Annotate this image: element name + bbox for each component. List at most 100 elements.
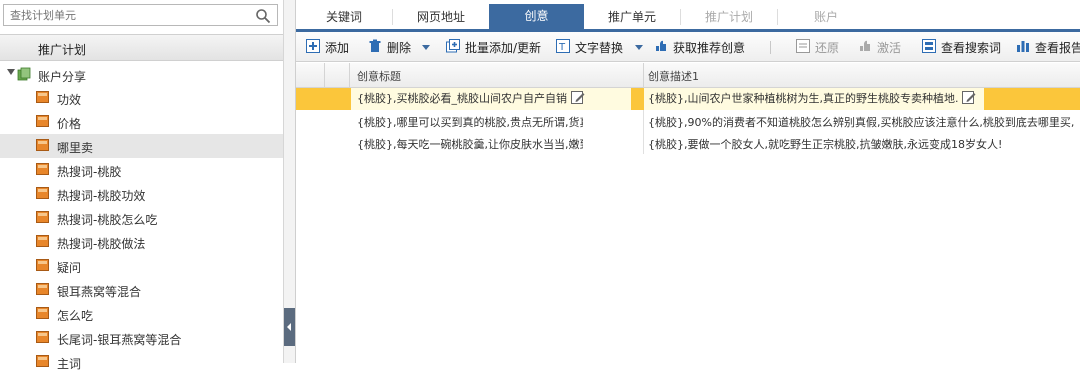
text-replace-label: 文字替换: [575, 41, 624, 55]
tab-campaign: 推广计划: [704, 10, 753, 24]
tab-urls[interactable]: 网页地址: [393, 6, 489, 29]
tab-ad-unit[interactable]: 推广单元: [584, 6, 680, 29]
add-button[interactable]: 添加: [306, 38, 351, 56]
unit-folder-icon: [36, 187, 49, 199]
tree-item-label: 热搜词-桃胶怎么吃: [57, 213, 158, 227]
tree-item-selected[interactable]: 哪里卖: [0, 134, 283, 158]
unit-folder-icon: [36, 139, 49, 151]
tab-bar: 关键词 网页地址 创意 推广单元 推广计划 账户: [296, 0, 1080, 32]
add-label: 添加: [325, 41, 350, 55]
tree-item[interactable]: 热搜词-桃胶功效: [0, 182, 283, 206]
tree-item[interactable]: 热搜词-桃胶: [0, 158, 283, 182]
panel-header: 推广计划: [0, 34, 283, 61]
tree-item-label: 价格: [57, 117, 82, 131]
edit-icon[interactable]: [570, 91, 585, 104]
creative-desc-cell[interactable]: {桃胶},90%的消费者不知道桃胶怎么辨别真假,买桃胶应该注意什么,桃胶到底去哪…: [648, 114, 1080, 130]
tree-item-label: 疑问: [57, 261, 82, 275]
toolbar-divider: [770, 41, 771, 54]
unit-folder-icon: [36, 91, 49, 103]
tree-root-label: 账户分享: [38, 70, 87, 84]
restore-label: 还原: [815, 41, 840, 55]
creative-desc-cell[interactable]: {桃胶},要做一个胶女人,就吃野生正宗桃胶,抗皱嫩肤,永远变成18岁女人!: [648, 136, 1080, 152]
column-header-title[interactable]: 创意标题: [357, 68, 401, 84]
tree-item-label: 哪里卖: [57, 141, 94, 155]
text-replace-button[interactable]: T 文字替换: [556, 38, 646, 56]
column-divider: [643, 110, 644, 132]
trash-icon: [369, 39, 381, 52]
tree-item-label: 功效: [57, 93, 82, 107]
delete-label: 删除: [387, 41, 412, 55]
creative-title-cell[interactable]: {桃胶},买桃胶必看_桃胶山间农户自产自销: [351, 88, 631, 110]
tree-item[interactable]: 银耳燕窝等混合: [0, 278, 283, 302]
tab-account: 账户: [813, 10, 838, 24]
view-search-terms-button[interactable]: 查看搜索词: [922, 38, 1004, 56]
creative-title-cell[interactable]: {桃胶},哪里可以买到真的桃胶,贵点无所谓,货真就行: [357, 114, 583, 130]
tree-item[interactable]: 热搜词-桃胶做法: [0, 230, 283, 254]
tree-item[interactable]: 主词: [0, 350, 283, 374]
unit-folder-icon: [36, 307, 49, 319]
column-divider: [643, 63, 644, 87]
tree-item-label: 银耳燕窝等混合: [57, 285, 142, 299]
tree-item-label: 主词: [57, 357, 82, 371]
grid-header: 创意标题 创意描述1: [296, 63, 1080, 88]
creative-title-cell[interactable]: {桃胶},每天吃一碗桃胶羹,让你皮肤水当当,嫩到掐出水: [357, 136, 583, 152]
view-search-terms-label: 查看搜索词: [941, 41, 1002, 55]
left-panel: 推广计划 账户分享 功效 价格 哪里卖 热搜词-桃胶: [0, 0, 284, 371]
search-icon[interactable]: [255, 8, 271, 24]
creative-grid: 创意标题 创意描述1 {桃胶},买桃胶必看_桃胶山间农户自产自销 {桃胶},山间…: [296, 63, 1080, 154]
activate-button: 激活: [858, 38, 904, 56]
unit-folder-icon: [36, 283, 49, 295]
table-row[interactable]: {桃胶},每天吃一碗桃胶羹,让你皮肤水当当,嫩到掐出水 {桃胶},要做一个胶女人…: [296, 132, 1080, 154]
tree-item[interactable]: 热搜词-桃胶怎么吃: [0, 206, 283, 230]
delete-button[interactable]: 删除: [368, 38, 432, 56]
creative-title-text: {桃胶},买桃胶必看_桃胶山间农户自产自销: [357, 92, 567, 105]
edit-icon[interactable]: [962, 91, 976, 104]
tree-item-label: 长尾词-银耳燕窝等混合: [57, 333, 182, 347]
activate-icon: [860, 40, 870, 51]
delete-dropdown-icon[interactable]: [422, 45, 430, 50]
unit-folder-icon: [36, 331, 49, 343]
view-report-button[interactable]: 查看报告: [1016, 38, 1080, 56]
tree-item[interactable]: 疑问: [0, 254, 283, 278]
batch-add-icon: [446, 39, 460, 53]
column-divider: [324, 63, 325, 87]
unit-folder-icon: [36, 259, 49, 271]
search-input[interactable]: [4, 5, 256, 25]
tree-item-label: 怎么吃: [57, 309, 94, 323]
expand-arrow-icon[interactable]: [7, 69, 15, 75]
creative-desc-cell[interactable]: {桃胶},山间农户世家种植桃树为生,真正的野生桃胶专卖种植地.: [644, 88, 984, 110]
unit-folder-icon: [36, 235, 49, 247]
table-row-selected[interactable]: {桃胶},买桃胶必看_桃胶山间农户自产自销 {桃胶},山间农户世家种植桃树为生,…: [296, 88, 1080, 110]
recommend-icon: [656, 40, 666, 51]
panel-title: 推广计划: [38, 43, 87, 57]
get-recommend-label: 获取推荐创意: [673, 41, 746, 55]
batch-add-label: 批量添加/更新: [465, 41, 542, 55]
column-divider: [349, 63, 350, 87]
tab-keywords[interactable]: 关键词: [296, 6, 392, 29]
unit-folder-icon: [36, 355, 49, 367]
text-replace-icon: T: [556, 39, 570, 53]
get-recommend-button[interactable]: 获取推荐创意: [654, 38, 754, 56]
column-divider: [643, 132, 644, 154]
activate-label: 激活: [877, 41, 902, 55]
tab-creative[interactable]: 创意: [489, 4, 584, 29]
tree-item[interactable]: 功效: [0, 86, 283, 110]
collapse-panel-button[interactable]: [284, 308, 295, 346]
creative-desc-text: {桃胶},山间农户世家种植桃树为生,真正的野生桃胶专卖种植地.: [648, 92, 959, 105]
tree-item-label: 热搜词-桃胶做法: [57, 237, 146, 251]
svg-text:T: T: [558, 42, 566, 53]
table-row[interactable]: {桃胶},哪里可以买到真的桃胶,贵点无所谓,货真就行 {桃胶},90%的消费者不…: [296, 110, 1080, 132]
tree-item[interactable]: 长尾词-银耳燕窝等混合: [0, 326, 283, 350]
unit-folder-icon: [36, 163, 49, 175]
tree-item[interactable]: 怎么吃: [0, 302, 283, 326]
restore-icon: [796, 39, 810, 53]
restore-button: 还原: [796, 38, 842, 56]
tree-root-account[interactable]: 账户分享: [0, 64, 283, 86]
add-icon: [306, 39, 320, 53]
account-icon: [17, 67, 31, 81]
tree-item[interactable]: 价格: [0, 110, 283, 134]
column-header-desc[interactable]: 创意描述1: [648, 68, 699, 84]
batch-add-button[interactable]: 批量添加/更新: [446, 38, 546, 56]
text-replace-dropdown-icon[interactable]: [635, 45, 643, 50]
search-box[interactable]: [3, 4, 278, 26]
